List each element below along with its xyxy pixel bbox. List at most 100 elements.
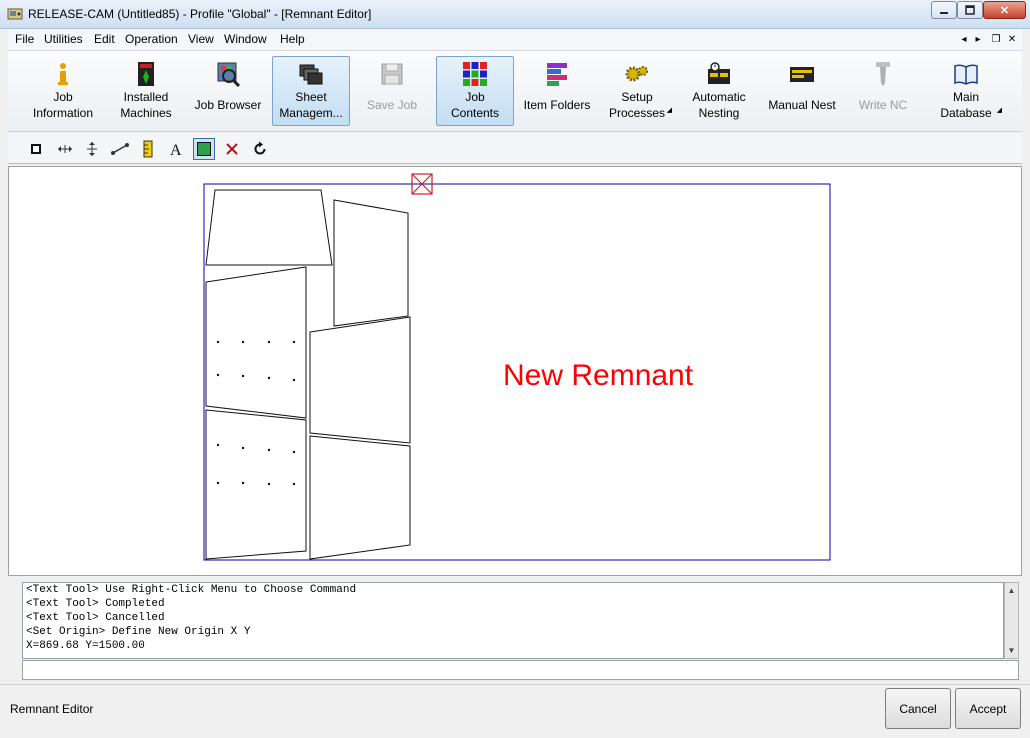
- machine-icon: [138, 62, 154, 86]
- accept-button[interactable]: Accept: [955, 688, 1021, 729]
- rotate-tool-button[interactable]: [249, 138, 271, 160]
- part-right-2: [309, 435, 411, 560]
- manual-nest-button[interactable]: Manual Nest: [762, 56, 842, 126]
- sheets-icon: [299, 64, 323, 85]
- ruler-tool-button[interactable]: [137, 138, 159, 160]
- manual-nest-icon: [790, 67, 814, 82]
- setup-processes-dropdown-icon: ◢: [666, 107, 672, 114]
- save-disk-icon: [381, 63, 403, 85]
- write-nc-button[interactable]: Write NC: [844, 56, 922, 126]
- gears-icon: [625, 66, 648, 82]
- save-job-button[interactable]: Save Job: [354, 56, 430, 126]
- horizontal-measure-button[interactable]: [54, 138, 76, 160]
- app-icon: [7, 8, 23, 20]
- delete-tool-button[interactable]: [221, 138, 243, 160]
- auto-nest-icon: [708, 62, 730, 84]
- info-icon: [58, 63, 68, 85]
- window-title: RELEASE-CAM (Untitled85) - Profile "Glob…: [28, 7, 372, 21]
- text-letter-icon: A: [170, 142, 182, 157]
- part-upper-right: [333, 199, 409, 327]
- item-folders-label: Item Folders: [523, 98, 591, 112]
- remnant-label: New Remnant: [503, 359, 694, 392]
- status-text: Remnant Editor: [10, 702, 94, 716]
- editor-toolbar: A: [8, 133, 1022, 164]
- svg-text:A: A: [170, 142, 182, 157]
- nested-parts: [205, 189, 411, 560]
- browser-icon: [217, 62, 241, 87]
- mdi-close-button[interactable]: ✕: [1004, 32, 1020, 47]
- menu-operation[interactable]: Operation: [125, 32, 178, 46]
- part-hole-dots: [216, 340, 296, 486]
- select-square-icon: [31, 144, 41, 154]
- job-information-button[interactable]: Job Information: [22, 56, 104, 126]
- select-tool-button[interactable]: [25, 138, 47, 160]
- command-input[interactable]: [22, 660, 1019, 680]
- mdi-restore-button[interactable]: ❐: [988, 32, 1004, 47]
- cancel-button[interactable]: Cancel: [885, 688, 951, 729]
- main-database-button[interactable]: Main Database ◢: [926, 56, 1006, 126]
- scroll-up-icon[interactable]: ▲: [1005, 583, 1018, 598]
- automatic-nesting-label: Automatic Nesting: [692, 90, 746, 120]
- job-information-label: Job Information: [32, 90, 94, 120]
- job-browser-label: Job Browser: [194, 98, 262, 112]
- remnant-tool-button[interactable]: [193, 138, 215, 160]
- sheet-management-label: Sheet Managem...: [279, 90, 343, 120]
- save-job-label: Save Job: [366, 98, 418, 112]
- installed-machines-button[interactable]: Installed Machines: [106, 56, 186, 126]
- job-browser-button[interactable]: Job Browser: [188, 56, 268, 126]
- menu-help[interactable]: Help: [280, 32, 305, 46]
- sheet-management-button[interactable]: Sheet Managem...: [272, 56, 350, 126]
- main-toolbar: Job Information Installed Machines Job B…: [8, 51, 1022, 132]
- write-nc-label: Write NC: [858, 98, 908, 112]
- part-trapezoid: [205, 189, 333, 266]
- console-scrollbar[interactable]: ▲ ▼: [1004, 582, 1019, 659]
- console-line: <Set Origin> Define New Origin X Y: [26, 626, 251, 638]
- close-button[interactable]: ✕: [983, 1, 1026, 19]
- menu-file[interactable]: File: [15, 32, 34, 46]
- status-bar: Remnant Editor Cancel Accept: [0, 684, 1030, 738]
- maximize-icon: [965, 5, 975, 15]
- part-left-1: [205, 266, 307, 419]
- rotate-arrow-icon: [254, 141, 266, 155]
- maximize-button[interactable]: [957, 1, 983, 19]
- line-tool-button[interactable]: [109, 138, 131, 160]
- delete-x-icon: [226, 143, 238, 155]
- horizontal-arrows-icon: [58, 145, 72, 153]
- installed-machines-label: Installed Machines: [120, 90, 172, 120]
- automatic-nesting-button[interactable]: Automatic Nesting: [680, 56, 758, 126]
- close-icon: ✕: [999, 4, 1010, 17]
- remnant-drawing[interactable]: New Remnant: [9, 167, 1021, 575]
- text-tool-button[interactable]: A: [165, 138, 187, 160]
- job-contents-button[interactable]: Job Contents: [436, 56, 514, 126]
- setup-processes-label: Setup Processes: [608, 90, 666, 120]
- setup-processes-button[interactable]: Setup Processes ◢: [598, 56, 676, 126]
- item-folders-button[interactable]: Item Folders: [518, 56, 596, 126]
- vertical-arrows-icon: [87, 142, 97, 156]
- line-segment-icon: [111, 143, 129, 155]
- part-right-1: [309, 316, 411, 444]
- console-line: <Text Tool> Cancelled: [26, 612, 165, 624]
- menu-edit[interactable]: Edit: [94, 32, 115, 46]
- console-line: X=869.68 Y=1500.00: [26, 640, 145, 652]
- drawing-canvas[interactable]: New Remnant: [8, 166, 1022, 576]
- menu-utilities[interactable]: Utilities: [44, 32, 83, 46]
- remnant-fill-icon: [197, 142, 211, 156]
- minimize-icon: [940, 12, 948, 14]
- menu-bar: File Utilities Edit Operation View Windo…: [8, 29, 1022, 51]
- main-database-dropdown-icon: ◢: [996, 107, 1002, 114]
- manual-nest-label: Manual Nest: [768, 98, 836, 112]
- console-line: <Text Tool> Use Right-Click Menu to Choo…: [26, 584, 357, 596]
- job-contents-label: Job Contents: [450, 90, 500, 120]
- drill-bit-icon: [876, 62, 890, 86]
- menu-view[interactable]: View: [188, 32, 214, 46]
- main-database-label: Main Database: [940, 90, 992, 120]
- menu-window[interactable]: Window: [224, 32, 267, 46]
- mdi-next-button[interactable]: ▸: [970, 32, 986, 47]
- part-left-2: [205, 409, 307, 560]
- minimize-button[interactable]: [931, 1, 957, 19]
- vertical-measure-button[interactable]: [81, 138, 103, 160]
- scroll-down-icon[interactable]: ▼: [1005, 643, 1018, 658]
- command-console: <Text Tool> Use Right-Click Menu to Choo…: [22, 582, 1004, 659]
- ruler-icon: [143, 140, 153, 158]
- book-icon: [954, 64, 978, 85]
